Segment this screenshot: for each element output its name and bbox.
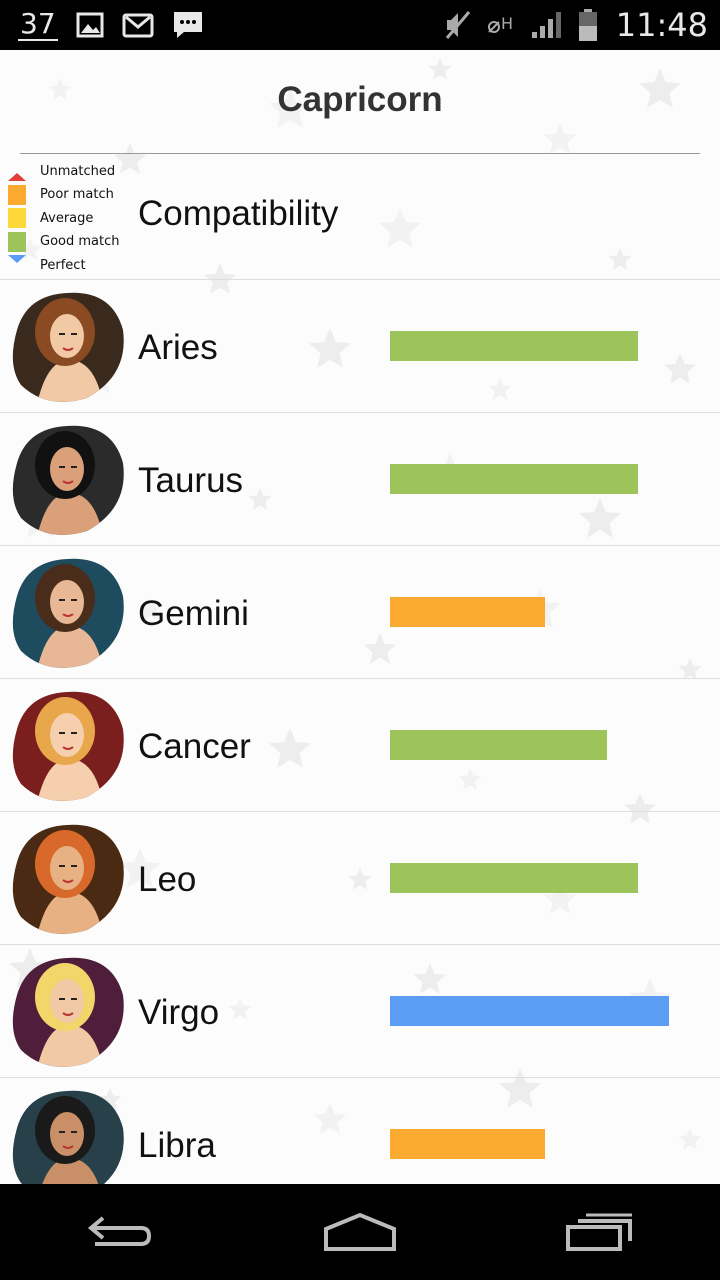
- compatibility-bar: [390, 730, 607, 760]
- compatibility-bar: [390, 597, 545, 627]
- svg-text:H: H: [501, 14, 513, 33]
- sign-name: Gemini: [138, 594, 249, 633]
- compatibility-bar-track: [390, 464, 700, 494]
- sign-row-cancer[interactable]: Cancer: [0, 679, 720, 812]
- back-button[interactable]: [60, 1202, 180, 1262]
- image-icon: [76, 12, 104, 38]
- avatar-aries: [12, 292, 124, 402]
- sign-name: Leo: [138, 860, 197, 899]
- sign-name: Aries: [138, 328, 218, 367]
- navigation-bar: [0, 1184, 720, 1280]
- compatibility-bar-track: [390, 730, 700, 760]
- avatar-libra: [12, 1090, 124, 1184]
- legend-swatch: [8, 231, 26, 252]
- legend-item: Average: [8, 207, 93, 229]
- home-button[interactable]: [300, 1202, 420, 1262]
- sign-list: Aries Taurus Gemini Cancer Leo Virgo Libra: [0, 280, 720, 1184]
- star-shape: [543, 123, 577, 154]
- avatar-leo: [12, 824, 124, 934]
- recents-button[interactable]: [540, 1202, 660, 1262]
- compatibility-bar: [390, 464, 638, 494]
- status-left: 37: [12, 9, 204, 41]
- sign-row-virgo[interactable]: Virgo: [0, 945, 720, 1078]
- notification-count: 37: [18, 7, 58, 41]
- legend-swatch: [8, 173, 26, 181]
- app-content: Capricorn Unmatched Poor match Average Good…: [0, 50, 720, 1184]
- compatibility-bar-track: [390, 331, 700, 361]
- compatibility-legend: Unmatched Poor match Average Good match Perf…: [8, 160, 128, 273]
- legend-item: Good match: [8, 231, 119, 253]
- compatibility-bar: [390, 331, 638, 361]
- legend-label: Perfect: [40, 257, 86, 273]
- legend-swatch: [8, 208, 26, 228]
- compatibility-bar-track: [390, 1129, 700, 1159]
- recents-icon: [566, 1213, 632, 1251]
- compatibility-bar: [390, 996, 669, 1026]
- legend-row: Unmatched Poor match Average Good match Perf…: [0, 154, 720, 280]
- compatibility-bar: [390, 863, 638, 893]
- message-icon: [172, 10, 204, 40]
- compatibility-bar-track: [390, 996, 700, 1026]
- clock: 11:48: [615, 6, 708, 44]
- legend-label: Good match: [40, 234, 120, 249]
- avatar-gemini: [12, 558, 124, 668]
- avatar-virgo: [12, 957, 124, 1067]
- battery-icon: [578, 8, 598, 42]
- status-bar: 37 H 11:48: [0, 0, 720, 50]
- legend-item: Perfect: [8, 254, 86, 276]
- mute-icon: [444, 10, 472, 40]
- legend-item: Unmatched: [8, 160, 115, 182]
- legend-label: Average: [40, 210, 94, 226]
- legend-item: Poor match: [8, 184, 114, 206]
- status-right: H 11:48: [444, 6, 708, 44]
- sign-name: Cancer: [138, 727, 251, 766]
- compatibility-bar: [390, 1129, 545, 1159]
- sign-name: Libra: [138, 1126, 216, 1165]
- sign-row-gemini[interactable]: Gemini: [0, 546, 720, 679]
- avatar-taurus: [12, 425, 124, 535]
- star-shape: [428, 58, 452, 80]
- sign-row-libra[interactable]: Libra: [0, 1078, 720, 1184]
- sign-row-taurus[interactable]: Taurus: [0, 413, 720, 546]
- home-icon: [324, 1212, 396, 1251]
- compatibility-heading: Compatibility: [138, 194, 339, 233]
- legend-swatch: [8, 255, 26, 263]
- legend-label: Unmatched: [40, 163, 116, 179]
- data-h-icon: H: [486, 13, 516, 37]
- page-title: Capricorn: [277, 80, 443, 119]
- compatibility-bar-track: [390, 597, 700, 627]
- legend-swatch: [8, 184, 26, 205]
- sign-row-leo[interactable]: Leo: [0, 812, 720, 945]
- sign-name: Taurus: [138, 461, 244, 500]
- sign-name: Virgo: [138, 993, 220, 1032]
- compatibility-bar-track: [390, 863, 700, 893]
- back-icon: [87, 1216, 152, 1246]
- signal-icon: [530, 10, 564, 40]
- avatar-cancer: [12, 691, 124, 801]
- legend-label: Poor match: [40, 187, 114, 202]
- sign-row-aries[interactable]: Aries: [0, 280, 720, 413]
- gmail-icon: [122, 12, 154, 38]
